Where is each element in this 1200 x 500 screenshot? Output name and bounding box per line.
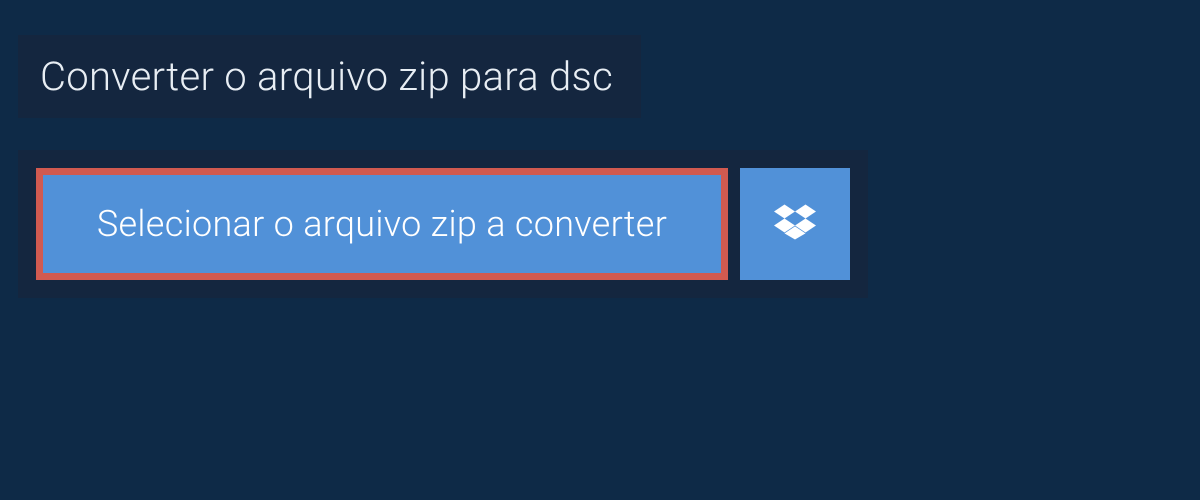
dropbox-icon [774, 201, 816, 247]
select-file-label: Selecionar o arquivo zip a converter [97, 203, 667, 245]
title-box: Converter o arquivo zip para dsc [18, 35, 641, 118]
upload-panel: Selecionar o arquivo zip a converter [18, 150, 868, 298]
dropbox-button[interactable] [740, 168, 850, 280]
select-file-button[interactable]: Selecionar o arquivo zip a converter [36, 168, 728, 280]
page-title: Converter o arquivo zip para dsc [40, 53, 613, 100]
main-container: Converter o arquivo zip para dsc Selecio… [0, 0, 1200, 298]
